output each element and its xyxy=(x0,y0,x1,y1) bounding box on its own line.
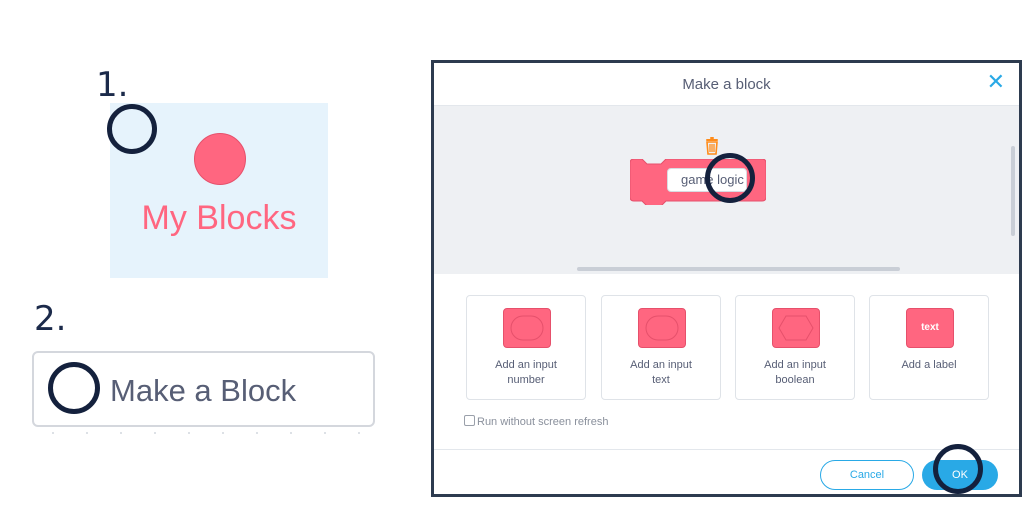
highlight-circle-1 xyxy=(107,104,157,154)
dialog-footer: Cancel OK xyxy=(434,449,1019,494)
label-icon-text: text xyxy=(921,322,939,333)
option-label-line1: Add an input xyxy=(495,359,557,371)
category-label: My Blocks xyxy=(141,199,297,237)
option-label-line1: Add an input xyxy=(630,359,692,371)
option-label-line1: Add a label xyxy=(901,359,957,371)
boolean-input-icon xyxy=(772,308,820,348)
vertical-scrollbar[interactable] xyxy=(1011,146,1015,236)
run-without-refresh-label: Run without screen refresh xyxy=(477,416,609,428)
run-without-refresh-checkbox[interactable]: Run without screen refresh xyxy=(464,415,608,428)
option-label-line1: Add an input xyxy=(764,359,826,371)
make-a-block-label: Make a Block xyxy=(110,373,297,408)
category-color-dot xyxy=(194,133,246,185)
option-label-line2: number xyxy=(507,374,545,386)
option-label-line2: text xyxy=(652,374,670,386)
highlight-circle-4 xyxy=(933,444,983,494)
cancel-button[interactable]: Cancel xyxy=(820,460,914,490)
add-input-boolean-option[interactable]: Add an input boolean xyxy=(735,295,855,400)
number-input-icon xyxy=(503,308,551,348)
label-icon: text xyxy=(906,308,954,348)
text-input-icon xyxy=(638,308,686,348)
make-a-block-dialog: Make a block ✕ game logic Add an input n… xyxy=(431,60,1022,497)
checkbox-icon[interactable] xyxy=(464,415,475,426)
dialog-title: Make a block xyxy=(682,76,771,93)
step-number-1: 1. xyxy=(96,65,129,105)
close-icon[interactable]: ✕ xyxy=(987,71,1005,93)
add-input-number-option[interactable]: Add an input number xyxy=(466,295,586,400)
highlight-circle-2 xyxy=(48,362,100,414)
add-label-option[interactable]: text Add a label xyxy=(869,295,989,400)
option-label-line2: boolean xyxy=(775,374,815,386)
trash-icon[interactable] xyxy=(704,137,720,155)
add-input-text-option[interactable]: Add an input text xyxy=(601,295,721,400)
dialog-header: Make a block ✕ xyxy=(434,63,1019,106)
step-number-2: 2. xyxy=(34,299,67,339)
horizontal-scrollbar[interactable] xyxy=(577,267,900,271)
highlight-circle-3 xyxy=(705,153,755,203)
dotted-divider xyxy=(32,432,375,438)
